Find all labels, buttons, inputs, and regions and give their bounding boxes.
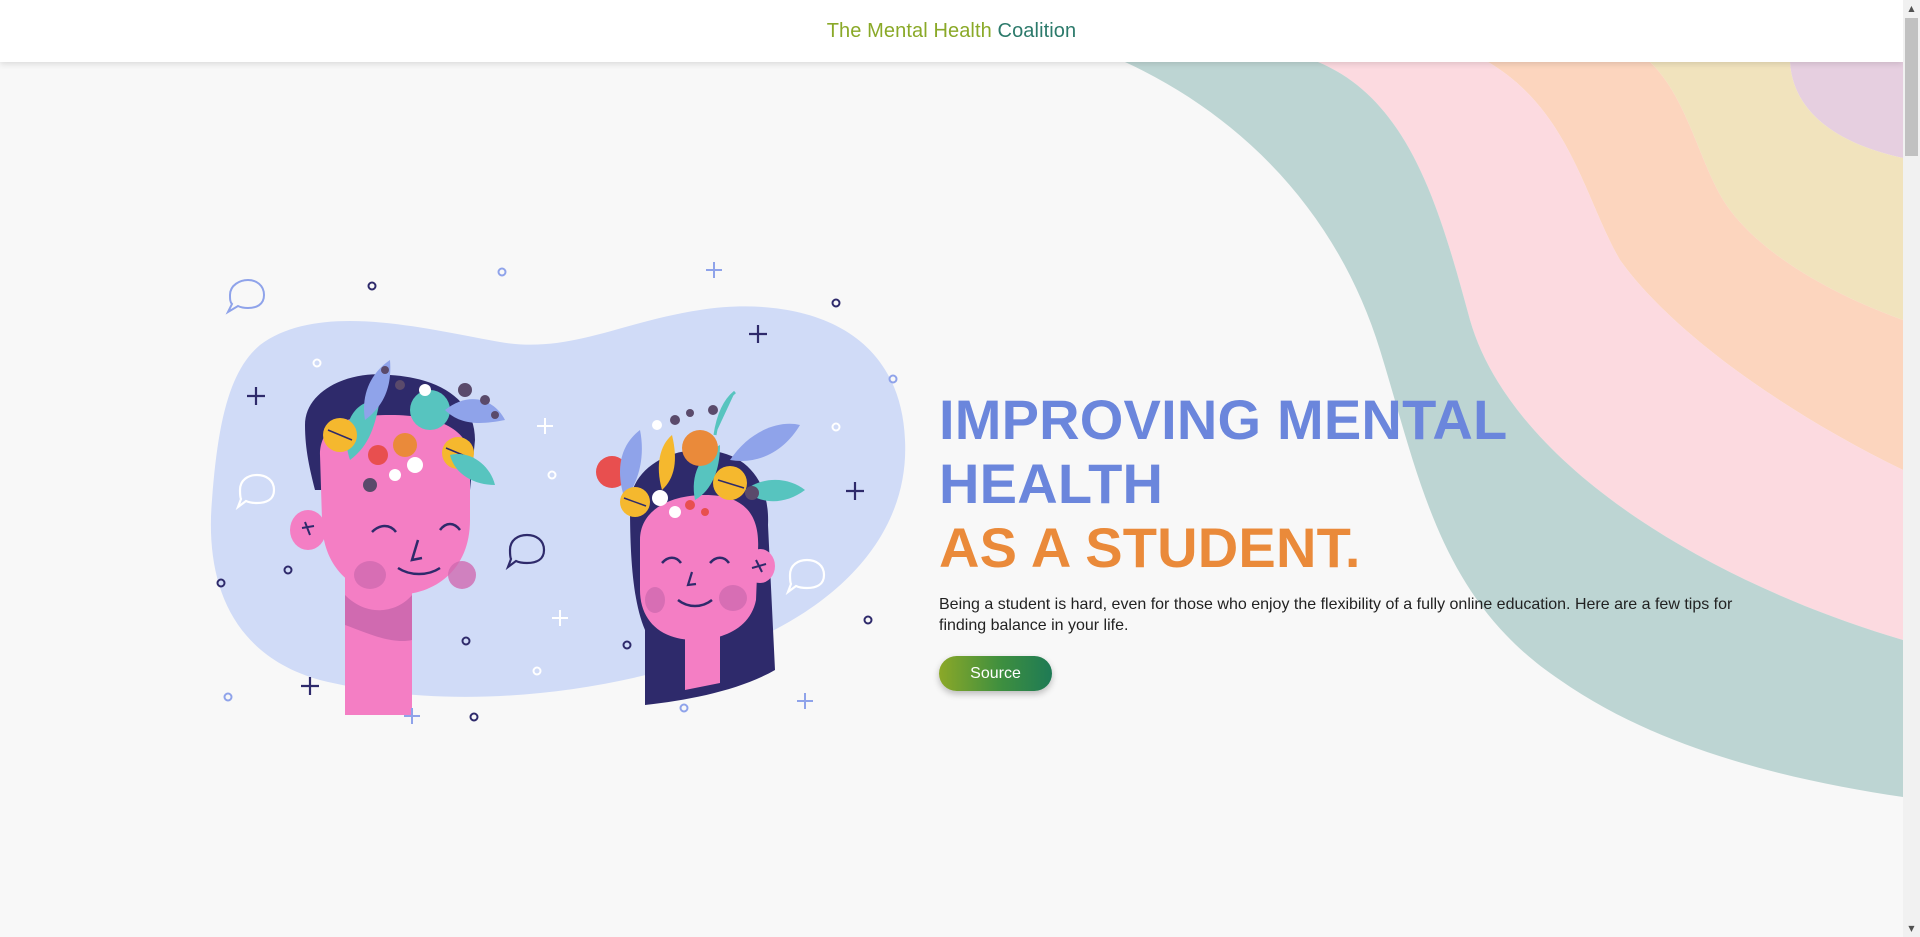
- speech-bubble-icon: [225, 278, 266, 315]
- brand-name-primary: The Mental Health: [826, 19, 992, 42]
- hero-illustration: [210, 262, 906, 724]
- hero-text: IMPROVING MENTAL HEALTH AS A STUDENT. Be…: [939, 388, 1739, 691]
- page-title: IMPROVING MENTAL HEALTH AS A STUDENT.: [939, 388, 1739, 580]
- page: The Mental Health Coalition IMPROVING ME…: [0, 0, 1920, 937]
- headline-line-1: IMPROVING MENTAL HEALTH: [939, 388, 1507, 515]
- hero-description: Being a student is hard, even for those …: [939, 596, 1733, 634]
- scroll-up-arrow-icon[interactable]: ▲: [1903, 0, 1920, 17]
- brand-name-secondary: Coalition: [997, 19, 1077, 42]
- top-header: The Mental Health Coalition: [0, 0, 1903, 62]
- headline-line-2: AS A STUDENT.: [939, 516, 1361, 579]
- page-scrollbar[interactable]: ▲ ▼: [1903, 0, 1920, 937]
- brand-logo[interactable]: The Mental Health Coalition: [827, 20, 1077, 43]
- source-button[interactable]: Source: [939, 656, 1052, 691]
- scroll-down-arrow-icon[interactable]: ▼: [1903, 920, 1920, 937]
- scrollbar-thumb[interactable]: [1905, 18, 1918, 156]
